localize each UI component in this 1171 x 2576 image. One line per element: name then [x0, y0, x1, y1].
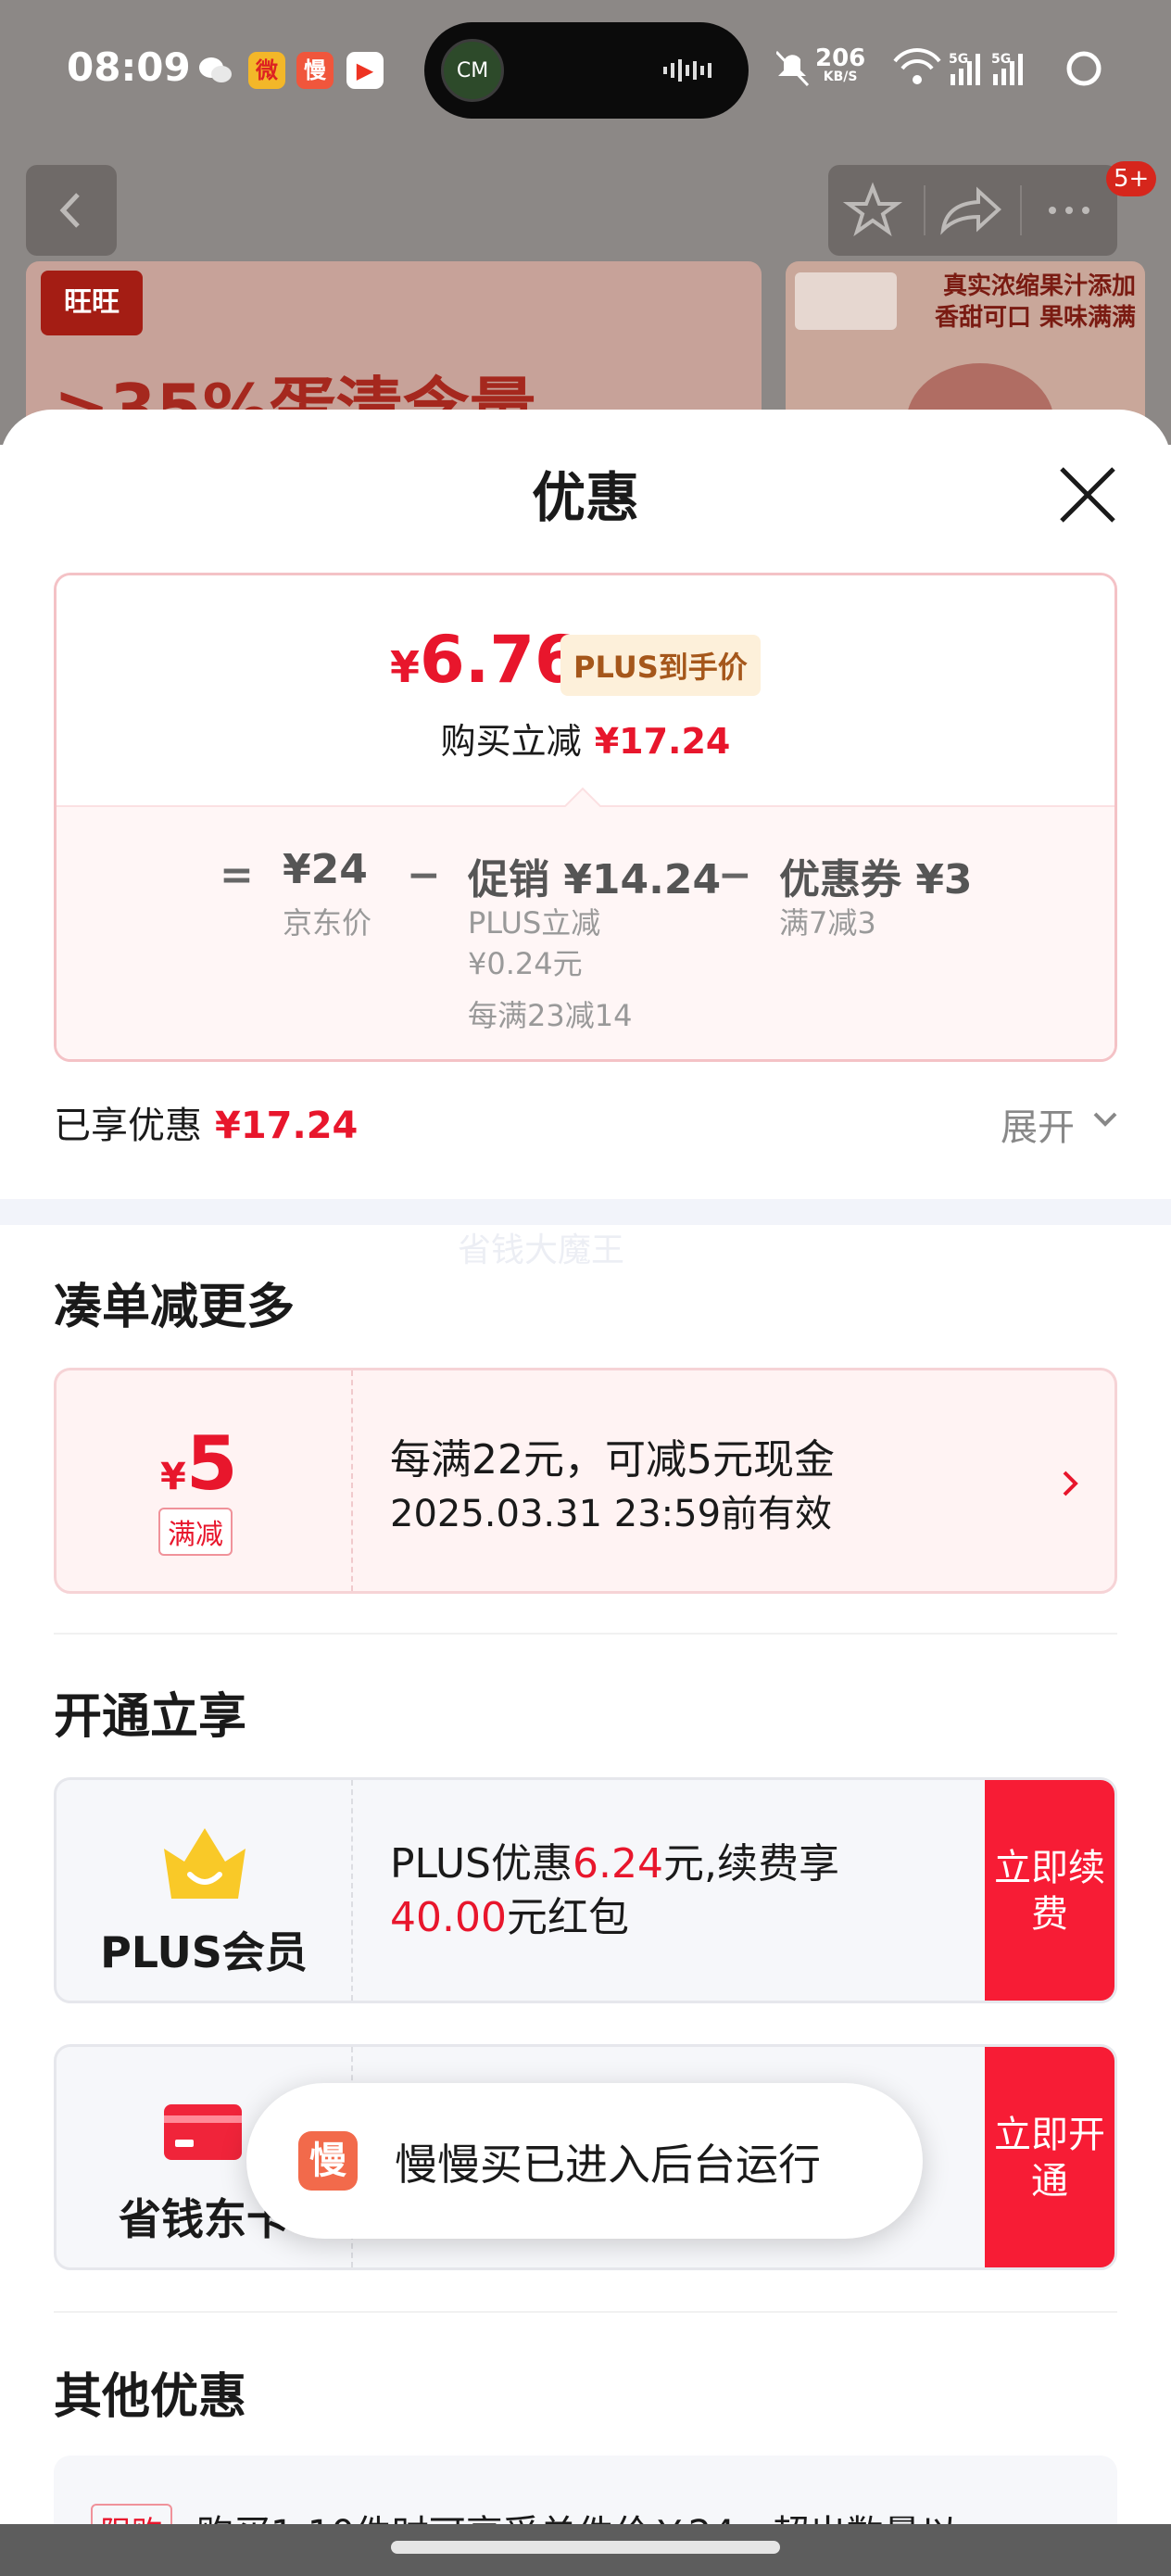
jd-price-value: ¥24 — [283, 846, 368, 893]
wifi-icon — [893, 48, 941, 84]
full-reduction-coupon[interactable]: ¥5 满减 每满22元，可减5元现金 2025.03.31 23:59前有效 — [54, 1368, 1117, 1594]
more-icon — [1049, 207, 1089, 214]
minus-sign-2: − — [718, 852, 752, 899]
network-speed: 206 KB/S — [815, 46, 865, 83]
expand-button[interactable]: 展开 — [1001, 1097, 1075, 1151]
battery-icon — [1066, 51, 1102, 86]
coupon-type-tag: 满减 — [158, 1508, 233, 1556]
promo-value: 促销 ¥14.24 — [468, 856, 722, 903]
price-summary-card: ¥6.76 PLUS到手价 购买立减 ¥17.24 = ¥24 京东价 − 促销 … — [54, 573, 1117, 1062]
coupon-currency: ¥ — [160, 1456, 186, 1498]
plus-desc-redpacket: 40.00 — [390, 1894, 507, 1941]
coupon-rule-text: 每满22元，可减5元现金 — [390, 1436, 835, 1484]
manmanmai-icon: 慢 — [296, 52, 334, 89]
saving-line: 购买立减 ¥17.24 — [57, 713, 1114, 764]
card-icon — [164, 2104, 242, 2160]
status-bar: 08:09 微 慢 ▶ CM 5G 5G 206 KB/S — [0, 0, 1171, 139]
promo-right-text: 真实浓缩果汁添加 香甜可口 果味满满 — [935, 271, 1136, 334]
enjoyed-amount: ¥17.24 — [215, 1105, 359, 1147]
network-speed-value: 206 — [815, 44, 866, 72]
star-icon — [842, 182, 903, 237]
svg-text:5G: 5G — [949, 52, 968, 67]
plus-member-name: PLUS会员 — [100, 1927, 308, 1977]
plus-desc-saving: 6.24 — [573, 1840, 663, 1888]
signal-5g-icon-2: 5G — [991, 52, 1023, 85]
plus-desc-part1: PLUS优惠 — [390, 1840, 573, 1888]
plus-price-tag: PLUS到手价 — [560, 635, 761, 696]
section-divider — [0, 1199, 1171, 1225]
plus-desc-part2: 元,续费享 — [662, 1840, 839, 1888]
signal-5g-icon-1: 5G — [949, 52, 980, 85]
coupon-amount: ¥5 — [160, 1421, 238, 1507]
background-run-toast: 慢 慢慢买已进入后台运行 — [246, 2083, 923, 2239]
share-icon — [940, 186, 1001, 235]
weibo-icon: 微 — [248, 52, 285, 89]
toast-message: 慢慢买已进入后台运行 — [395, 2140, 821, 2190]
equals-sign: = — [220, 852, 254, 899]
final-price: ¥6.76 — [390, 622, 580, 698]
chevron-left-icon — [59, 193, 80, 228]
final-price-currency: ¥ — [390, 642, 421, 692]
dynamic-island[interactable]: CM — [424, 22, 749, 119]
promo-right-line1: 真实浓缩果汁添加 — [942, 272, 1136, 300]
coupon-value: 优惠券 ¥3 — [779, 856, 973, 903]
back-button[interactable] — [26, 165, 117, 256]
saving-label: 购买立减 — [440, 721, 582, 762]
promo-right-line2: 香甜可口 果味满满 — [934, 304, 1136, 332]
now-playing-avatar: CM — [441, 39, 504, 102]
minus-sign-1: − — [407, 852, 441, 899]
audio-wave-icon — [663, 59, 711, 82]
divider — [54, 1633, 1117, 1635]
nav-actions-group — [828, 165, 1117, 256]
watermark-text: 省钱大魔王 — [458, 1231, 625, 1269]
open-save-card-button[interactable]: 立即开通 — [985, 2047, 1114, 2267]
svg-text:5G: 5G — [991, 52, 1011, 67]
renew-plus-button[interactable]: 立即续费 — [985, 1780, 1114, 2001]
sponsor-logos — [795, 272, 897, 330]
manmanmai-app-icon: 慢 — [298, 2131, 358, 2191]
promo-sub-rule: 每满23减14 — [468, 998, 633, 1033]
enjoyed-label: 已享优惠 — [54, 1105, 202, 1147]
enjoyed-discount: 已享优惠 ¥17.24 — [54, 1095, 358, 1149]
brand-logo: 旺旺 — [41, 271, 143, 335]
other-discount-title: 其他优惠 — [54, 2369, 247, 2425]
price-breakdown: = ¥24 京东价 − 促销 ¥14.24 PLUS立减 ¥0.24元 每满23… — [57, 805, 1114, 1059]
final-price-value: 6.76 — [420, 622, 580, 698]
mute-icon — [776, 50, 810, 87]
price-summary-top: ¥6.76 PLUS到手价 购买立减 ¥17.24 — [57, 575, 1114, 805]
coupon-rule: 满7减3 — [779, 905, 876, 941]
membership-title: 开通立享 — [54, 1689, 247, 1745]
wechat-icon — [196, 52, 233, 89]
coupon-amount-value: 5 — [185, 1421, 238, 1507]
home-indicator[interactable] — [391, 2541, 780, 2554]
coupon-separator — [351, 1370, 353, 1591]
plus-member-card: PLUS会员 PLUS优惠6.24元,续费享 40.00元红包 立即续费 — [54, 1777, 1117, 2003]
chevron-right-icon[interactable] — [1059, 1467, 1081, 1500]
nav-actions-icons — [842, 182, 1089, 237]
more-discount-title: 凑单减更多 — [54, 1280, 296, 1335]
chevron-down-icon[interactable] — [1091, 1108, 1119, 1130]
discount-sheet: 优惠 ¥6.76 PLUS到手价 购买立减 ¥17.24 = ¥24 京东价 − … — [0, 410, 1171, 2576]
coupon-expiry-text: 2025.03.31 23:59前有效 — [390, 1493, 833, 1535]
video-app-icon: ▶ — [346, 52, 384, 89]
promo-sub-plus: PLUS立减 — [468, 905, 601, 941]
jd-price-label: 京东价 — [283, 905, 372, 941]
promo-sub-amount: ¥0.24元 — [468, 946, 583, 981]
cart-count-badge: 5+ — [1106, 161, 1157, 196]
divider — [54, 2311, 1117, 2313]
saving-amount: ¥17.24 — [594, 721, 731, 762]
sheet-title: 优惠 — [531, 466, 639, 529]
plus-member-desc: PLUS优惠6.24元,续费享 40.00元红包 — [390, 1837, 983, 1945]
status-time: 08:09 — [67, 44, 191, 90]
plus-desc-part3: 元红包 — [506, 1894, 629, 1941]
network-speed-unit: KB/S — [823, 69, 858, 84]
card-separator — [351, 1780, 353, 2001]
caret-up-icon — [564, 787, 601, 807]
close-icon[interactable] — [1052, 460, 1123, 530]
crown-icon — [164, 1828, 246, 1899]
